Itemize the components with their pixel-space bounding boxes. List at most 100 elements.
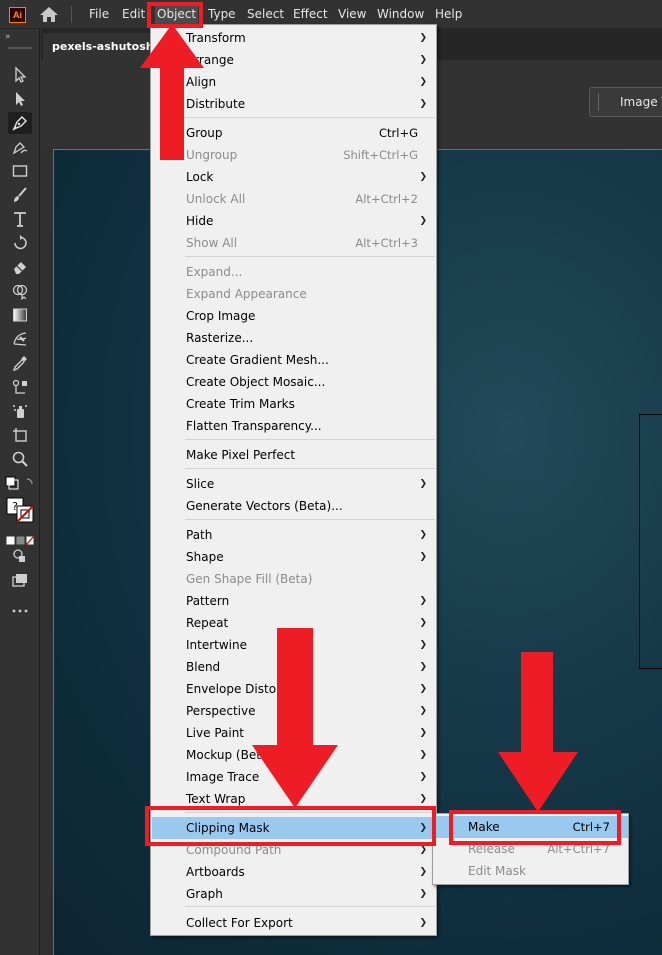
menu-item-label: Gen Shape Fill (Beta) — [186, 572, 313, 586]
menu-file[interactable]: File — [89, 0, 109, 29]
blend-tool[interactable] — [8, 376, 32, 398]
chevron-right-icon: ❯ — [419, 552, 427, 562]
artboard-tool-icon — [13, 428, 27, 442]
chevron-right-icon: ❯ — [419, 33, 427, 43]
home-icon[interactable] — [38, 5, 60, 24]
menu-item-create-object-mosaic[interactable]: Create Object Mosaic... — [152, 371, 436, 393]
menu-item-label: Expand... — [186, 265, 243, 279]
draw-mode-icon — [13, 549, 25, 562]
eyedropper-tool[interactable] — [8, 352, 32, 374]
image-trace-button[interactable]: Image Trace — [589, 87, 662, 117]
menu-help[interactable]: Help — [435, 0, 462, 29]
chevron-right-icon: ❯ — [419, 706, 427, 716]
curvature-tool[interactable] — [8, 136, 32, 158]
pen-tool-icon — [12, 116, 27, 131]
menu-item-slice[interactable]: Slice ❯ — [152, 473, 436, 495]
menu-item-rasterize[interactable]: Rasterize... — [152, 327, 436, 349]
rectangle-tool-icon — [12, 165, 28, 177]
menu-item-shortcut: Alt+Ctrl+3 — [355, 236, 418, 250]
menu-item-graph[interactable]: Graph ❯ — [152, 883, 436, 905]
symbol-sprayer-tool-icon — [13, 405, 27, 418]
selection-rectangle[interactable] — [639, 414, 662, 669]
type-tool[interactable] — [8, 208, 32, 230]
gradient-tool[interactable] — [8, 304, 32, 326]
menu-item-label: Crop Image — [186, 309, 256, 323]
shape-builder-tool[interactable] — [8, 280, 32, 302]
menu-item-lock[interactable]: Lock ❯ — [152, 166, 436, 188]
screen-mode-button[interactable] — [8, 569, 32, 591]
selection-tool[interactable] — [8, 64, 32, 86]
chevron-right-icon: ❯ — [419, 216, 427, 226]
collapse-icon[interactable]: » — [5, 32, 11, 42]
menu-item-generate-vectors[interactable]: Generate Vectors (Beta)... — [152, 495, 436, 517]
chevron-right-icon: ❯ — [419, 479, 427, 489]
menu-item-artboards[interactable]: Artboards ❯ — [152, 861, 436, 883]
menu-separator — [185, 906, 435, 907]
menu-item-label: Slice — [186, 477, 215, 491]
menu-item-label: Generate Vectors (Beta)... — [186, 499, 343, 513]
pen-tool[interactable] — [8, 112, 32, 134]
mesh-tool-icon — [13, 332, 27, 346]
menu-item-path[interactable]: Path ❯ — [152, 524, 436, 546]
menu-item-label: Show All — [186, 236, 238, 250]
annotation-arrow-up — [140, 24, 204, 160]
rectangle-tool[interactable] — [8, 160, 32, 182]
app-logo: Ai — [9, 7, 26, 23]
edit-toolbar-button[interactable] — [8, 600, 32, 622]
menu-item-pattern[interactable]: Pattern ❯ — [152, 590, 436, 612]
menu-item-crop-image[interactable]: Crop Image — [152, 305, 436, 327]
menu-item-label: Repeat — [186, 616, 229, 630]
eraser-tool[interactable] — [8, 256, 32, 278]
paintbrush-tool[interactable] — [8, 184, 32, 206]
menu-item-create-trim-marks[interactable]: Create Trim Marks — [152, 393, 436, 415]
fill-stroke-control[interactable]: ? — [5, 476, 35, 526]
direct-selection-tool[interactable] — [8, 88, 32, 110]
tools-panel: » ? — [0, 29, 40, 955]
menu-item-collect-for-export[interactable]: Collect For Export ❯ — [152, 912, 436, 934]
symbol-sprayer-tool[interactable] — [8, 400, 32, 422]
menu-item-create-gradient-mesh[interactable]: Create Gradient Mesh... — [152, 349, 436, 371]
chevron-right-icon: ❯ — [419, 889, 427, 899]
menu-item-label: Create Trim Marks — [186, 397, 295, 411]
menu-item-label: Blend — [186, 660, 221, 674]
eyedropper-tool-icon — [12, 356, 27, 372]
eraser-tool-icon — [14, 262, 26, 274]
chevron-right-icon: ❯ — [419, 99, 427, 109]
menu-item-gen-shape-fill[interactable]: Gen Shape Fill (Beta) — [152, 568, 436, 590]
rotate-tool[interactable] — [8, 232, 32, 254]
annotation-box-clipping-mask — [145, 806, 436, 846]
submenu-item-edit-mask[interactable]: Edit Mask — [434, 860, 628, 882]
menu-item-expand-appearance[interactable]: Expand Appearance — [152, 283, 436, 305]
menu-item-show-all[interactable]: Show All Alt+Ctrl+3 — [152, 232, 436, 254]
toolbar-grip[interactable] — [8, 47, 32, 49]
menu-item-flatten-transparency[interactable]: Flatten Transparency... — [152, 415, 436, 437]
menu-item-label: Make Pixel Perfect — [186, 448, 296, 462]
chevron-right-icon: ❯ — [419, 867, 427, 877]
chevron-right-icon: ❯ — [419, 728, 427, 738]
rotate-tool-icon — [14, 235, 27, 250]
mesh-tool[interactable] — [8, 328, 32, 350]
gradient-tool-icon — [13, 308, 27, 322]
menu-item-label: Pattern — [186, 594, 230, 608]
draw-mode-button[interactable] — [8, 545, 32, 567]
image-trace-label: Image Trace — [620, 95, 662, 109]
menu-item-shape[interactable]: Shape ❯ — [152, 546, 436, 568]
menu-item-unlock-all[interactable]: Unlock All Alt+Ctrl+2 — [152, 188, 436, 210]
shape-builder-tool-icon — [12, 284, 28, 300]
menu-item-make-pixel-perfect[interactable]: Make Pixel Perfect — [152, 444, 436, 466]
menu-item-hide[interactable]: Hide ❯ — [152, 210, 436, 232]
menu-separator — [185, 256, 435, 257]
selection-tool-icon — [15, 66, 27, 83]
chevron-right-icon: ❯ — [419, 530, 427, 540]
menu-separator — [185, 468, 435, 469]
curvature-tool-icon — [12, 142, 28, 155]
color-mode-buttons[interactable] — [6, 531, 34, 545]
menu-item-expand[interactable]: Expand... — [152, 261, 436, 283]
artboard-tool[interactable] — [8, 424, 32, 446]
document-tab[interactable]: pexels-ashutoshsonwani — [43, 33, 153, 60]
zoom-tool[interactable] — [8, 448, 32, 470]
annotation-arrow-down-make — [498, 652, 578, 812]
menu-item-label: Live Paint — [186, 726, 245, 740]
panel-grip — [598, 93, 600, 111]
type-tool-icon — [14, 212, 26, 227]
